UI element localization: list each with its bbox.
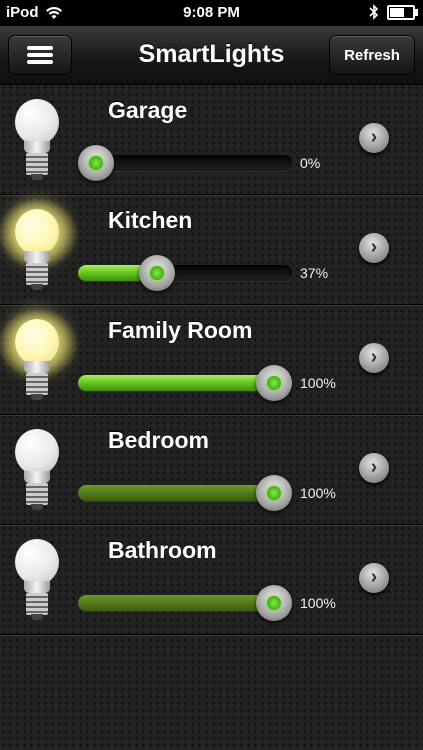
chevron-right-icon[interactable]: › bbox=[359, 563, 389, 593]
brightness-slider[interactable] bbox=[78, 365, 292, 401]
status-right bbox=[369, 4, 418, 20]
status-bar: iPod 9:08 PM bbox=[0, 0, 423, 26]
light-row-garage: Garage 0% › bbox=[0, 85, 423, 195]
brightness-percent: 0% bbox=[300, 155, 321, 171]
slider-knob[interactable] bbox=[139, 255, 176, 291]
slider-fill bbox=[78, 485, 284, 501]
light-name: Kitchen bbox=[108, 207, 193, 233]
light-row-family-room: Family Room 100% › bbox=[0, 305, 423, 415]
slider-fill bbox=[78, 375, 284, 391]
status-time: 9:08 PM bbox=[183, 4, 240, 21]
brightness-percent: 100% bbox=[300, 375, 336, 391]
slider-knob[interactable] bbox=[256, 365, 292, 401]
light-name: Garage bbox=[108, 97, 188, 123]
lights-list: Garage 0% › Kitchen 37% › Family Room 10… bbox=[0, 85, 423, 635]
brightness-slider[interactable] bbox=[78, 145, 292, 181]
chevron-right-icon[interactable]: › bbox=[359, 233, 389, 263]
light-name: Bedroom bbox=[108, 427, 209, 453]
bulb-icon bbox=[0, 309, 78, 403]
brightness-percent: 100% bbox=[300, 595, 336, 611]
chevron-right-icon[interactable]: › bbox=[359, 343, 389, 373]
bulb-icon bbox=[8, 537, 66, 623]
light-row-kitchen: Kitchen 37% › bbox=[0, 195, 423, 305]
battery-icon bbox=[387, 4, 418, 20]
light-name: Bathroom bbox=[108, 537, 217, 563]
chevron-right-icon[interactable]: › bbox=[359, 123, 389, 153]
bulb-icon bbox=[8, 97, 66, 183]
chevron-right-icon[interactable]: › bbox=[359, 453, 389, 483]
bulb-icon bbox=[8, 427, 66, 513]
slider-fill bbox=[78, 595, 284, 611]
light-row-bathroom: Bathroom 100% › bbox=[0, 525, 423, 635]
slider-knob[interactable] bbox=[78, 145, 114, 181]
bluetooth-icon bbox=[369, 4, 379, 20]
bulb-icon bbox=[0, 199, 78, 293]
brightness-percent: 37% bbox=[300, 265, 329, 281]
light-row-bedroom: Bedroom 100% › bbox=[0, 415, 423, 525]
light-name: Family Room bbox=[108, 317, 253, 343]
brightness-slider[interactable] bbox=[78, 585, 292, 621]
nav-bar: SmartLights Refresh bbox=[0, 26, 423, 85]
brightness-percent: 100% bbox=[300, 485, 336, 501]
brightness-slider[interactable] bbox=[78, 255, 292, 291]
slider-knob[interactable] bbox=[256, 585, 292, 621]
slider-knob[interactable] bbox=[256, 475, 292, 511]
brightness-slider[interactable] bbox=[78, 475, 292, 511]
refresh-button[interactable]: Refresh bbox=[329, 35, 415, 75]
